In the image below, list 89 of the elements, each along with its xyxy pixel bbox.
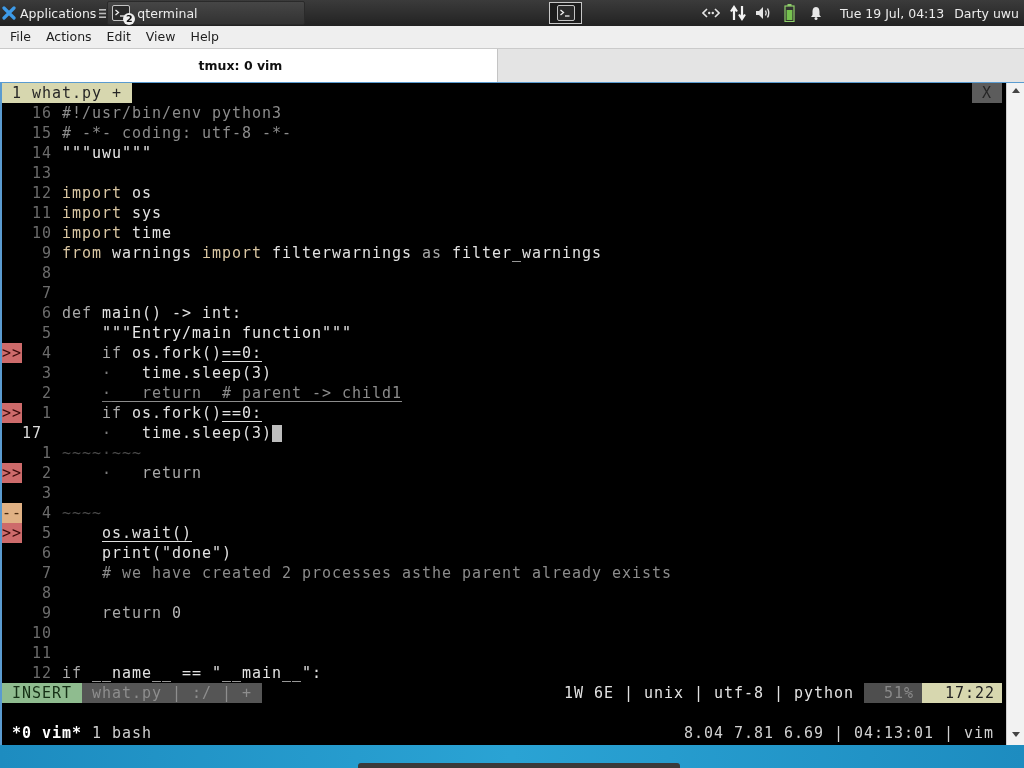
- code-line: import os: [62, 183, 152, 203]
- clock-text[interactable]: Tue 19 Jul, 04:13: [839, 5, 945, 21]
- applications-menu-button[interactable]: Applications: [2, 1, 99, 25]
- code-line: import sys: [62, 203, 162, 223]
- line-number: 7: [42, 563, 52, 583]
- code-line: """uwu""": [62, 143, 152, 163]
- menu-item[interactable]: File: [10, 29, 31, 45]
- menu-item[interactable]: Edit: [106, 29, 131, 45]
- code-line: · time.sleep(3): [102, 423, 272, 443]
- line-number: 13: [32, 163, 52, 183]
- line-number: 15: [32, 123, 52, 143]
- tmux-window: *0 vim*: [12, 723, 82, 743]
- tmux-window: 1 bash: [92, 723, 152, 743]
- scroll-percent: 51%: [864, 683, 922, 703]
- line-number: 1: [42, 403, 52, 423]
- line-number: 4: [42, 503, 52, 523]
- code-line: · time.sleep(3): [102, 363, 272, 383]
- line-number: 3: [42, 363, 52, 383]
- code-line: os.wait(): [102, 523, 192, 543]
- line-number: 6: [42, 543, 52, 563]
- bell-icon[interactable]: [809, 6, 822, 20]
- line-number: 16: [32, 103, 52, 123]
- line-number: 2: [42, 463, 52, 483]
- x-logo-icon: [2, 6, 16, 20]
- cursor-position: 17:22: [922, 683, 1002, 703]
- line-number: 5: [42, 523, 52, 543]
- error-sign: >>: [2, 523, 22, 543]
- line-number: 3: [42, 483, 52, 503]
- up-arrow-icon[interactable]: [1011, 88, 1020, 93]
- terminal-tab[interactable]: tmux: 0 vim: [0, 49, 498, 82]
- network-icon[interactable]: [701, 7, 720, 19]
- taskbar-button[interactable]: 2 qterminal: [107, 1, 306, 25]
- line-number: 11: [32, 643, 52, 663]
- line-number: 14: [32, 143, 52, 163]
- menu-item[interactable]: View: [145, 29, 176, 45]
- error-sign: >>: [2, 403, 22, 423]
- line-number: 7: [42, 283, 52, 303]
- count-badge: 2: [123, 13, 136, 25]
- up-down-arrows-icon[interactable]: [729, 5, 746, 21]
- line-number: 12: [32, 183, 52, 203]
- error-sign: >>: [2, 463, 22, 483]
- error-sign: >>: [2, 343, 22, 363]
- code-line: if __name__ == "__main__":: [62, 663, 322, 683]
- code-line: return 0: [102, 603, 182, 623]
- menu-icon[interactable]: [99, 8, 107, 18]
- line-number: 12: [32, 663, 52, 683]
- user-menu[interactable]: Darty uwu: [954, 5, 1019, 21]
- menu-item[interactable]: Help: [190, 29, 219, 45]
- menu-item[interactable]: Actions: [45, 29, 92, 45]
- line-number: 8: [42, 263, 52, 283]
- code-line: from warnings import filterwarnings as filter_warnings: [62, 243, 602, 263]
- warning-sign: --: [2, 503, 22, 523]
- buffer-tab[interactable]: 1 what.py +: [2, 83, 132, 103]
- code-line: · return: [102, 463, 202, 483]
- down-arrow-icon[interactable]: [1011, 732, 1020, 737]
- line-number: 4: [42, 343, 52, 363]
- code-line: # we have created 2 processes asthe parent already exists: [102, 563, 672, 583]
- file-format-info: 1W 6E | unix | utf-8 | python: [564, 683, 854, 703]
- code-line: ~~~~·~~~: [62, 443, 142, 463]
- line-number: 6: [42, 303, 52, 323]
- terminal-icon: [112, 5, 131, 21]
- volume-icon[interactable]: [754, 6, 771, 20]
- code-line: #!/usr/bin/env python3: [62, 103, 282, 123]
- code-line: if os.fork()==0:: [102, 403, 262, 423]
- line-number: 10: [32, 223, 52, 243]
- line-number: 11: [32, 203, 52, 223]
- line-number: 1: [42, 443, 52, 463]
- tmux-status-info: 8.04 7.81 6.69 | 04:13:01 | vim: [684, 723, 994, 743]
- line-number: 5: [42, 323, 52, 343]
- code-line: · return # parent -> child1: [102, 383, 402, 403]
- code-line: # -*- coding: utf-8 -*-: [62, 123, 292, 143]
- workspace-button[interactable]: [549, 2, 583, 24]
- battery-icon[interactable]: [783, 4, 795, 22]
- line-number: 17: [22, 423, 42, 443]
- code-line: """Entry/main function""": [102, 323, 352, 343]
- line-number: 8: [42, 583, 52, 603]
- code-line: import time: [62, 223, 172, 243]
- scrollbar[interactable]: [1006, 83, 1024, 745]
- code-line: if os.fork()==0:: [102, 343, 262, 363]
- mode-indicator: INSERT: [2, 683, 82, 703]
- code-line: ~~~~: [62, 503, 102, 523]
- code-line: print("done"): [102, 543, 232, 563]
- line-number: 9: [42, 603, 52, 623]
- line-number: 2: [42, 383, 52, 403]
- line-number: 10: [32, 623, 52, 643]
- terminal-icon: [556, 5, 575, 21]
- code-line: def main() -> int:: [62, 303, 242, 323]
- line-number: 9: [42, 243, 52, 263]
- file-info: what.py | :/ | +: [82, 683, 262, 703]
